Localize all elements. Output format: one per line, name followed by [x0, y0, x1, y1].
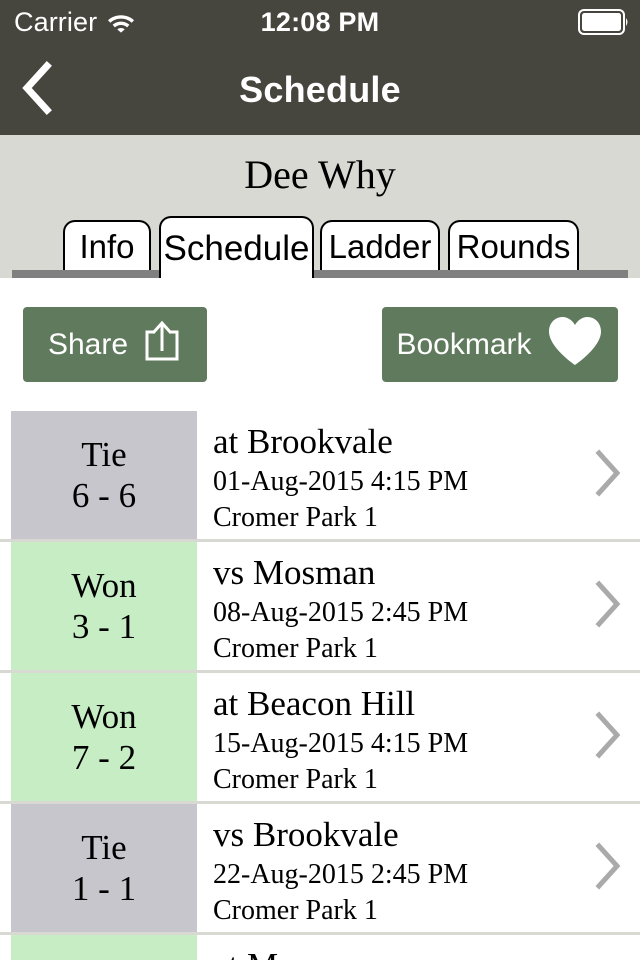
schedule-row[interactable]: Won 7 - 2 at Beacon Hill 15-Aug-2015 4:1… — [0, 673, 640, 801]
match-opponent: at Mosman — [213, 944, 576, 960]
share-button-label: Share — [47, 327, 129, 361]
disclosure-indicator[interactable] — [576, 673, 640, 801]
result-score: 6 - 6 — [71, 476, 137, 515]
match-venue: Cromer Park 1 — [213, 632, 378, 664]
status-bar-time: 12:08 PM — [260, 6, 380, 37]
disclosure-indicator[interactable] — [576, 935, 640, 960]
match-opponent: vs Mosman — [213, 553, 376, 592]
result-score: 3 - 1 — [71, 607, 137, 646]
result-badge: Tie 6 - 6 — [11, 411, 197, 539]
chevron-right-icon — [594, 710, 622, 764]
result-badge: Won 7 - 2 — [11, 673, 197, 801]
result-word: Tie — [81, 827, 127, 867]
match-opponent: vs Brookvale — [213, 815, 399, 854]
result-word: Tie — [81, 434, 127, 474]
phone-screen: Carrier 12:08 PM Schedule Dee Why Info S… — [0, 0, 640, 960]
status-bar-right — [578, 0, 630, 44]
disclosure-indicator[interactable] — [576, 804, 640, 932]
match-details: vs Mosman 08-Aug-2015 2:45 PM Cromer Par… — [197, 542, 576, 670]
chevron-right-icon — [594, 448, 622, 502]
status-bar: Carrier 12:08 PM — [0, 0, 640, 44]
tab-rail-divider — [12, 270, 628, 278]
tab-schedule-label: Schedule — [163, 228, 310, 268]
bookmark-button[interactable]: Bookmark — [382, 307, 618, 382]
result-badge: Won — [11, 935, 197, 960]
match-datetime: 22-Aug-2015 2:45 PM — [213, 858, 469, 890]
tab-info[interactable]: Info — [63, 220, 151, 270]
tab-ladder[interactable]: Ladder — [320, 220, 440, 270]
result-word: Won — [71, 696, 137, 736]
tab-schedule[interactable]: Schedule — [159, 216, 314, 278]
disclosure-indicator[interactable] — [576, 542, 640, 670]
tab-rounds[interactable]: Rounds — [448, 220, 579, 270]
schedule-list[interactable]: Tie 6 - 6 at Brookvale 01-Aug-2015 4:15 … — [0, 411, 640, 960]
share-upload-icon — [142, 318, 182, 372]
match-details: at Mosman — [197, 935, 576, 960]
match-venue: Cromer Park 1 — [213, 763, 378, 795]
match-datetime: 08-Aug-2015 2:45 PM — [213, 596, 469, 628]
battery-full-icon — [578, 9, 630, 35]
heart-filled-icon — [546, 314, 604, 376]
match-datetime: 01-Aug-2015 4:15 PM — [213, 465, 469, 497]
result-score: 7 - 2 — [71, 738, 137, 777]
match-venue: Cromer Park 1 — [213, 894, 378, 926]
match-opponent: at Brookvale — [213, 422, 393, 461]
action-bar: Share Bookmark — [0, 278, 640, 411]
disclosure-indicator[interactable] — [576, 411, 640, 539]
result-badge: Tie 1 - 1 — [11, 804, 197, 932]
bookmark-button-label: Bookmark — [396, 327, 532, 361]
match-opponent: at Beacon Hill — [213, 684, 416, 723]
match-details: at Beacon Hill 15-Aug-2015 4:15 PM Crome… — [197, 673, 576, 801]
page-title: Schedule — [239, 68, 401, 110]
chevron-right-icon — [594, 841, 622, 895]
chevron-right-icon — [594, 579, 622, 633]
share-button[interactable]: Share — [23, 307, 207, 382]
schedule-row[interactable]: Won at Mosman — [0, 935, 640, 960]
tab-content-panel: Share Bookmark Tie 6 - 6 at Brookvale 01… — [0, 278, 640, 960]
tab-bar: Info Schedule Ladder Rounds — [0, 216, 640, 278]
team-name-heading: Dee Why — [244, 152, 396, 197]
nav-bar: Schedule — [0, 44, 640, 135]
schedule-row[interactable]: Won 3 - 1 vs Mosman 08-Aug-2015 2:45 PM … — [0, 542, 640, 670]
tab-rounds-label: Rounds — [456, 227, 571, 265]
match-details: at Brookvale 01-Aug-2015 4:15 PM Cromer … — [197, 411, 576, 539]
tab-info-label: Info — [79, 227, 135, 265]
tab-ladder-label: Ladder — [328, 227, 432, 265]
result-score: 1 - 1 — [71, 869, 137, 908]
match-venue: Cromer Park 1 — [213, 501, 378, 533]
match-datetime: 15-Aug-2015 4:15 PM — [213, 727, 469, 759]
schedule-row[interactable]: Tie 6 - 6 at Brookvale 01-Aug-2015 4:15 … — [0, 411, 640, 539]
schedule-row[interactable]: Tie 1 - 1 vs Brookvale 22-Aug-2015 2:45 … — [0, 804, 640, 932]
match-details: vs Brookvale 22-Aug-2015 2:45 PM Cromer … — [197, 804, 576, 932]
result-badge: Won 3 - 1 — [11, 542, 197, 670]
result-word: Won — [71, 565, 137, 605]
